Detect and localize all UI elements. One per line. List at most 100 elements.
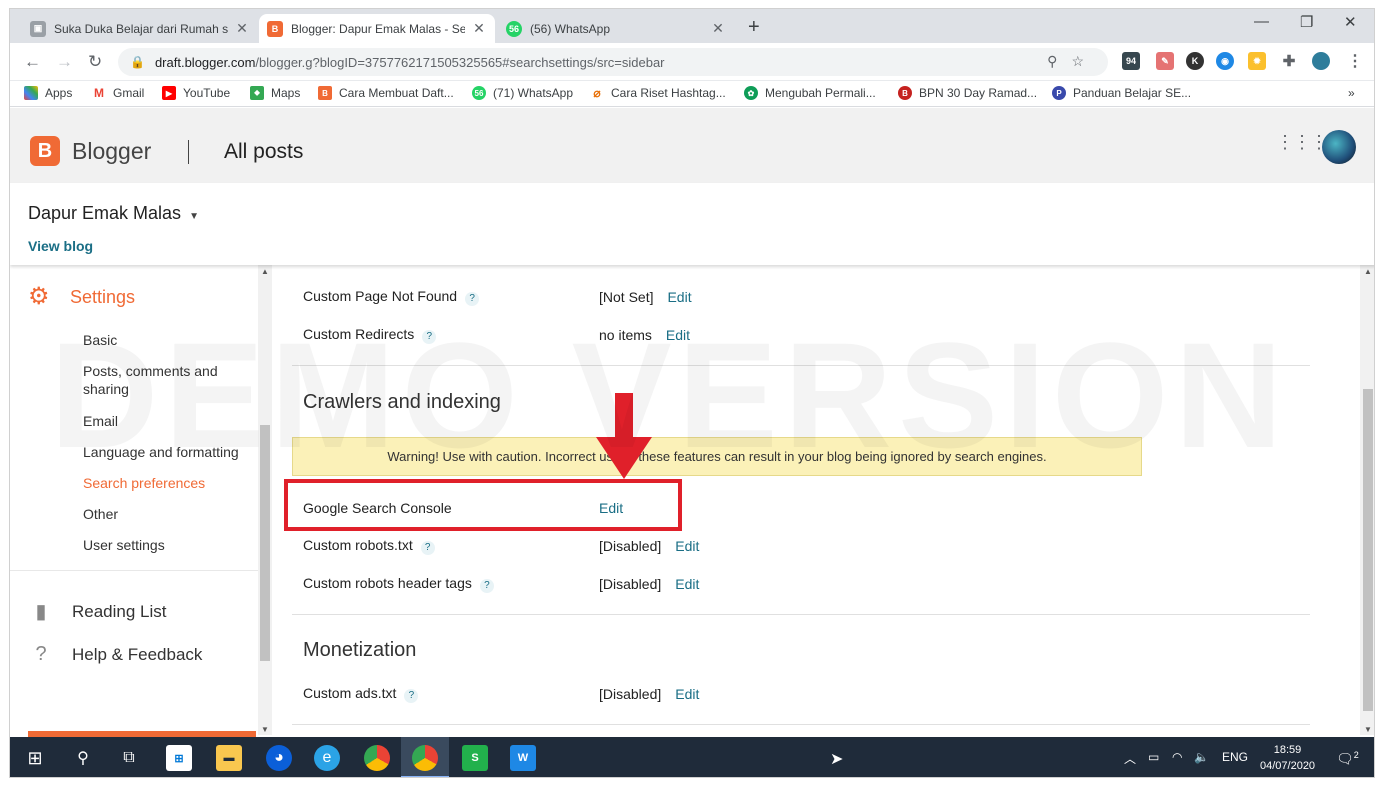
extension-pen-icon[interactable]: ✎ [1156,52,1174,70]
content-scroll-thumb[interactable] [1363,389,1373,711]
close-tab-icon[interactable]: ✕ [710,20,726,37]
extension-burst-icon[interactable]: ✹ [1248,52,1266,70]
bookmark-mengubah[interactable]: ✿ Mengubah Permali... [744,86,876,100]
search-icon[interactable]: ⚲ [70,745,96,771]
extension-counter-icon[interactable]: 94 [1122,52,1140,70]
chrome-icon[interactable] [364,745,390,771]
volume-icon[interactable]: 🔈 [1194,750,1209,764]
zoom-icon[interactable]: ⚲ [1047,53,1071,69]
edit-custom-robots-txt-link[interactable]: Edit [675,538,699,554]
tag-icon: ⌀ [593,86,601,100]
blogger-brand[interactable]: Blogger [72,138,151,165]
writer-app-icon[interactable]: W [510,745,536,771]
sidebar-item-settings[interactable]: ⚙ Settings [28,285,135,309]
tab-suka-duka[interactable]: ▣ Suka Duka Belajar dari Rumah sel ✕ [22,14,258,43]
setting-row-custom-page-not-found: Custom Page Not Found? [Not Set] Edit [303,287,743,307]
sidebar-item-posts-comments[interactable]: Posts, comments and sharing [83,362,243,398]
close-window-icon[interactable]: ✕ [1344,13,1357,31]
bookmark-gmail[interactable]: M Gmail [92,86,144,100]
notifications-icon[interactable]: 🗨2 [1336,750,1359,768]
reload-icon[interactable]: ↻ [88,52,102,72]
kebab-menu-icon[interactable]: ⋮ [1346,52,1364,70]
scroll-down-icon[interactable]: ▼ [1364,725,1372,734]
store-icon[interactable]: ⊞ [166,745,192,771]
extension-k-icon[interactable]: K [1186,52,1204,70]
tab-whatsapp[interactable]: 56 (56) WhatsApp ✕ [498,14,734,43]
spreadsheet-app-icon[interactable]: S [462,745,488,771]
system-clock[interactable]: 18:59 04/07/2020 [1260,742,1315,774]
sidebar-item-user-settings[interactable]: User settings [83,536,243,554]
scroll-down-icon[interactable]: ▼ [261,725,269,734]
bookmark-whatsapp[interactable]: 56 (71) WhatsApp [472,86,573,100]
chrome-active-icon[interactable] [412,745,438,771]
bookmark-riset-hashtag[interactable]: ⌀ Cara Riset Hashtag... [590,86,725,100]
bookmark-maps[interactable]: ⬥ Maps [250,86,300,100]
edge-icon[interactable]: e [314,745,340,771]
maximize-icon[interactable]: ❐ [1300,13,1313,31]
help-question-icon[interactable]: ? [404,689,419,703]
account-avatar[interactable] [1322,130,1356,164]
help-question-icon[interactable]: ? [479,579,494,593]
wifi-icon[interactable]: ◠ [1172,750,1182,764]
content-scrollbar[interactable]: ▲ ▼ [1360,265,1374,735]
edit-custom-page-not-found-link[interactable]: Edit [667,289,691,305]
blog-selector[interactable]: Dapur Emak Malas ▼ [28,203,199,224]
blogger-logo-icon[interactable]: B [30,136,60,166]
edit-custom-robots-header-tags-link[interactable]: Edit [675,576,699,592]
bookmark-cara-membuat[interactable]: B Cara Membuat Daft... [318,86,454,100]
warning-banner: Warning! Use with caution. Incorrect use… [292,437,1142,476]
profile-avatar-icon[interactable] [1312,52,1330,70]
reading-list-label: Reading List [72,601,167,621]
scroll-up-icon[interactable]: ▲ [261,267,269,276]
sidebar-scroll-thumb[interactable] [260,425,270,661]
bookmark-apps[interactable]: Apps [24,86,72,100]
close-tab-icon[interactable]: ✕ [234,20,250,37]
minimize-icon[interactable]: — [1254,13,1269,30]
extension-badge-icon[interactable]: ◉ [1216,52,1234,70]
bookmark-label: (71) WhatsApp [493,86,574,100]
help-question-icon[interactable]: ? [422,330,437,344]
sidebar-item-email[interactable]: Email [83,412,243,430]
bookmark-icon: ▮ [35,601,47,623]
sidebar-item-basic[interactable]: Basic [83,331,243,349]
address-bar[interactable]: 🔒 draft.blogger.com/blogger.g?blogID=375… [118,48,1108,76]
lock-icon: 🔒 [130,55,145,69]
setting-row-custom-robots-txt: Custom robots.txt? [Disabled] Edit [303,536,743,556]
edit-custom-ads-txt-link[interactable]: Edit [675,686,699,702]
file-explorer-icon[interactable]: ▬ [216,745,242,771]
bookmark-panduan[interactable]: P Panduan Belajar SE... [1052,86,1191,100]
sidebar-item-search-preferences[interactable]: Search preferences [83,474,243,492]
tray-chevron-icon[interactable]: ︿ [1124,750,1136,767]
extensions-puzzle-icon[interactable]: ✚ [1280,52,1298,70]
task-view-icon[interactable]: ⧉ [116,745,142,771]
help-question-icon[interactable]: ? [420,541,435,555]
sidebar-item-other[interactable]: Other [83,505,243,523]
new-tab-plus-icon[interactable]: + [748,16,760,39]
section-divider [292,724,1310,725]
bpn-icon: B [898,86,912,100]
firefox-icon[interactable]: ◕ [266,745,292,771]
bookmark-star-icon[interactable]: ☆ [1071,53,1098,69]
language-indicator[interactable]: ENG [1222,750,1248,764]
sidebar-scrollbar[interactable]: ▲ ▼ [258,265,272,735]
windows-start-icon[interactable]: ⊞ [22,745,48,771]
view-blog-link[interactable]: View blog [28,238,93,254]
sidebar-item-reading-list[interactable]: ▮ Reading List [28,599,167,624]
help-question-icon[interactable]: ? [465,292,480,306]
setting-row-custom-robots-header-tags: Custom robots header tags? [Disabled] Ed… [303,574,743,594]
close-tab-icon[interactable]: ✕ [471,20,487,37]
sidebar-item-language[interactable]: Language and formatting [83,443,243,461]
bookmarks-overflow-icon[interactable]: » [1348,86,1355,100]
back-arrow-icon[interactable]: ← [24,52,41,72]
tab-blogger[interactable]: B Blogger: Dapur Emak Malas - Sea ✕ [259,14,495,43]
google-apps-icon[interactable]: ⋮⋮⋮ [1276,133,1328,151]
edit-custom-redirects-link[interactable]: Edit [666,327,690,343]
bookmark-bpn[interactable]: B BPN 30 Day Ramad... [898,86,1037,100]
scroll-up-icon[interactable]: ▲ [1364,267,1372,276]
bookmark-youtube[interactable]: ▶ YouTube [162,86,230,100]
sidebar-item-help-feedback[interactable]: ? Help & Feedback [28,643,202,666]
forward-arrow-icon[interactable]: → [56,52,73,72]
setting-label: Custom robots.txt [303,537,413,553]
setting-value: no items [599,327,652,343]
battery-icon[interactable]: ▭ [1148,750,1159,764]
